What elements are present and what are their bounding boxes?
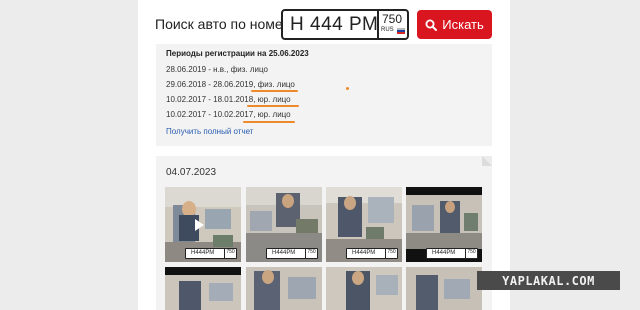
photo-thumbnail[interactable]: Н444РМ 750 [246, 187, 322, 262]
search-icon [425, 19, 438, 31]
photo-thumbnail[interactable] [406, 267, 482, 310]
plate-number-value: Н 444 РМ [290, 14, 379, 35]
card-corner-fold [482, 156, 492, 166]
plate-tag: Н444РМ 750 [426, 248, 478, 259]
photo-thumbnail[interactable] [246, 267, 322, 310]
photos-date: 04.07.2023 [166, 167, 217, 178]
photo-thumbnail[interactable]: Н444РМ 750 [406, 187, 482, 262]
highlight-dot [346, 87, 349, 90]
plate-tag-region: 750 [385, 249, 397, 258]
registration-periods-card: Периоды регистрации на 25.06.2023 28.06.… [156, 44, 492, 146]
plate-tag-number: Н444РМ [272, 250, 296, 256]
plate-tag-number: Н444РМ [191, 250, 215, 256]
plate-number-input[interactable]: Н 444 РМ 750 RUS [281, 9, 409, 40]
full-report-link[interactable]: Получить полный отчет [166, 127, 253, 136]
highlight-underline [243, 121, 295, 123]
site-watermark: YAPLAKAL.COM [477, 271, 620, 290]
plate-tag: Н444РМ 750 [346, 248, 398, 259]
photo-thumbnail[interactable] [165, 267, 241, 310]
highlight-underline [247, 105, 299, 107]
plate-tag: Н444РМ 750 [185, 248, 237, 259]
plate-tag-region: 750 [224, 249, 236, 258]
registration-header: Периоды регистрации на 25.06.2023 [166, 49, 309, 58]
office-scene-image [406, 267, 482, 310]
plate-tag-region: 750 [305, 249, 317, 258]
plate-tag: Н444РМ 750 [266, 248, 318, 259]
registration-period: 29.06.2018 - 28.06.2019, физ. лицо [166, 80, 295, 89]
play-icon [195, 219, 204, 231]
office-scene-image [326, 267, 402, 310]
registration-period: 28.06.2019 - н.в., физ. лицо [166, 65, 268, 74]
plate-country-code: RUS [381, 27, 394, 33]
highlight-underline [251, 90, 298, 92]
office-scene-image [246, 267, 322, 310]
registration-period: 10.02.2017 - 18.01.2018, юр. лицо [166, 95, 291, 104]
plate-tag-region: 750 [465, 249, 477, 258]
plate-region-code: 750 [382, 12, 403, 26]
plate-tag-number: Н444РМ [432, 250, 456, 256]
photo-thumbnail[interactable] [326, 267, 402, 310]
plate-region-field: 750 RUS [377, 9, 409, 40]
search-title: Поиск авто по номеру [155, 16, 298, 32]
search-button-label: Искать [442, 17, 484, 32]
registration-period: 10.02.2017 - 10.02.2017, юр. лицо [166, 110, 291, 119]
office-scene-image [165, 267, 241, 310]
photo-thumbnail[interactable]: Н444РМ 750 [326, 187, 402, 262]
plate-tag-number: Н444РМ [352, 250, 376, 256]
search-button[interactable]: Искать [417, 10, 492, 39]
russian-flag-icon [397, 28, 405, 34]
photo-thumbnail[interactable]: Н444РМ 750 [165, 187, 241, 262]
